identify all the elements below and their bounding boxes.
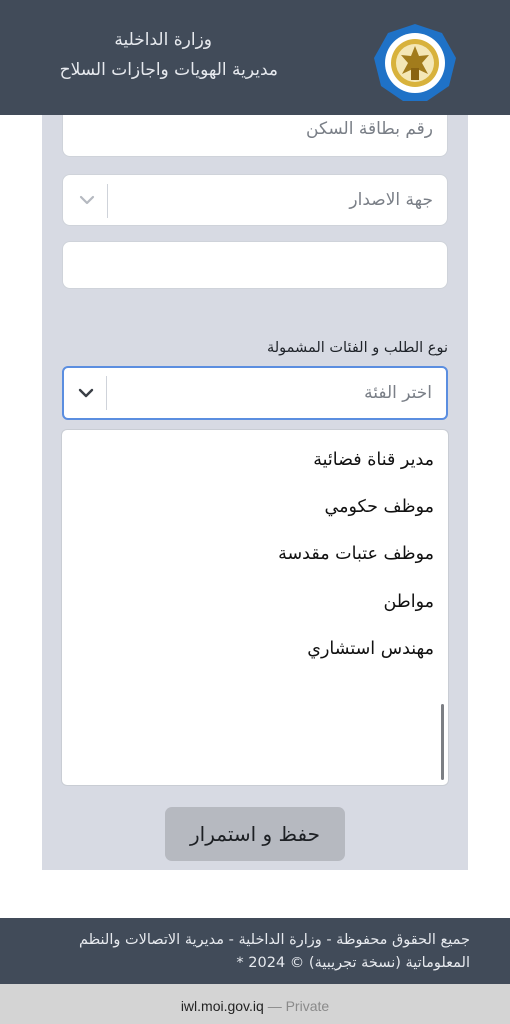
issuer-placeholder: جهة الاصدار	[349, 190, 433, 210]
directorate-title: مديرية الهويات واجازات السلاح	[59, 60, 278, 80]
select-divider	[107, 184, 108, 218]
dropdown-option[interactable]: مواطن	[383, 592, 434, 612]
browser-url-bar[interactable]: iwl.moi.gov.iq — Private	[0, 984, 510, 1024]
chevron-down-icon[interactable]	[78, 191, 96, 209]
private-mode-label: — Private	[267, 998, 330, 1014]
category-dropdown-menu[interactable]: مدير قناة فضائية موظف حكومي موظف عتبات م…	[61, 429, 449, 786]
dropdown-option[interactable]: موظف حكومي	[324, 497, 434, 517]
dropdown-scrollbar[interactable]	[441, 704, 444, 780]
app-header: وزارة الداخلية مديرية الهويات واجازات ال…	[0, 0, 510, 115]
blank-input-field[interactable]	[62, 241, 448, 289]
footer-copyright-line2: المعلوماتية (نسخة تجريبية) © 2024 *	[236, 955, 470, 971]
ministry-title: وزارة الداخلية	[114, 30, 212, 50]
category-placeholder: اختر الفئة	[364, 383, 432, 403]
category-label: نوع الطلب و الفئات المشمولة	[266, 340, 448, 356]
save-continue-button[interactable]: حفظ و استمرار	[165, 807, 345, 861]
dropdown-option[interactable]: مدير قناة فضائية	[313, 450, 434, 470]
ministry-emblem-icon	[374, 24, 456, 101]
select-divider	[106, 376, 107, 410]
url-domain: iwl.moi.gov.iq	[180, 998, 264, 1014]
residence-card-placeholder: رقم بطاقة السكن	[306, 119, 433, 139]
category-select[interactable]: اختر الفئة	[62, 366, 448, 420]
dropdown-option[interactable]: مهندس استشاري	[307, 639, 434, 659]
chevron-down-icon[interactable]	[77, 384, 95, 402]
footer-copyright-line1: جميع الحقوق محفوظة - وزارة الداخلية - مد…	[78, 932, 470, 948]
page-footer: جميع الحقوق محفوظة - وزارة الداخلية - مد…	[0, 918, 510, 984]
issuer-select[interactable]: جهة الاصدار	[62, 174, 448, 226]
dropdown-option[interactable]: موظف عتبات مقدسة	[278, 544, 434, 564]
